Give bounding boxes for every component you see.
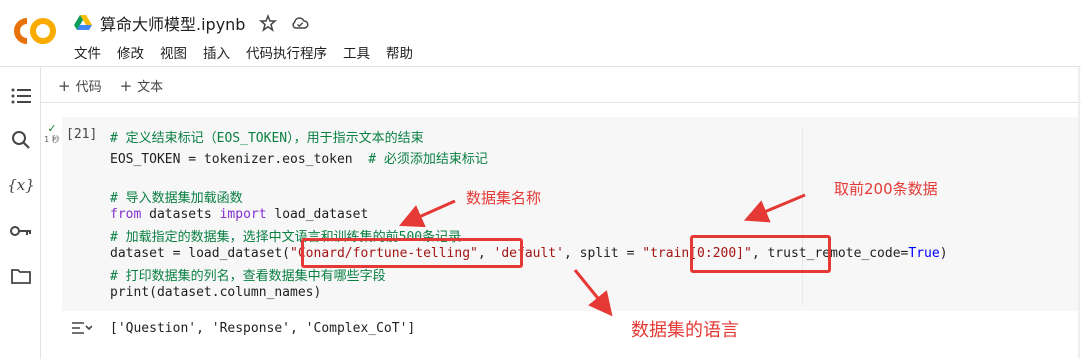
search-icon[interactable] xyxy=(10,129,32,151)
menu-bar: 文件 修改 视图 插入 代码执行程序 工具 帮助 xyxy=(74,42,429,62)
add-code-label: 代码 xyxy=(75,80,102,95)
keyword-from: from xyxy=(110,207,142,222)
keyword-import: import xyxy=(219,207,267,222)
code-token: ) xyxy=(939,246,948,261)
menu-edit[interactable]: 修改 xyxy=(117,42,144,62)
code-comment: # 必须添加结束标记 xyxy=(368,152,488,167)
colab-logo xyxy=(14,18,56,45)
annotation-first-200: 取前200条数据 xyxy=(834,180,938,198)
notebook-title[interactable]: 算命大师模型.ipynb xyxy=(100,11,245,35)
check-icon: ✓ xyxy=(47,122,57,135)
run-status[interactable]: ✓ 1 秒 xyxy=(43,122,61,145)
notebook-toolbar: + 代码 + 文本 xyxy=(58,76,181,96)
line-length-ruler xyxy=(802,126,803,306)
left-sidebar: {x} xyxy=(0,67,41,359)
code-token: EOS_TOKEN = tokenizer.eos_token xyxy=(110,152,369,167)
code-line-1: # 定义结束标记（EOS_TOKEN），用于指示文本的结束 xyxy=(110,131,424,146)
code-token: dataset = load_dataset( xyxy=(110,246,291,261)
code-token: load_dataset xyxy=(266,207,369,222)
highlight-split xyxy=(690,235,831,273)
keyword-true: True xyxy=(908,246,940,261)
menu-runtime[interactable]: 代码执行程序 xyxy=(246,42,327,62)
execution-count: [21] xyxy=(66,127,98,142)
folder-icon[interactable] xyxy=(10,265,32,287)
code-token: datasets xyxy=(141,207,220,222)
highlight-dataset-name xyxy=(301,238,523,268)
cloud-saved-icon[interactable] xyxy=(291,14,309,32)
add-text-label: 文本 xyxy=(137,80,164,95)
code-line-5: from datasets import load_dataset xyxy=(110,207,368,222)
plus-icon: + xyxy=(119,76,133,95)
variables-icon[interactable]: {x} xyxy=(7,174,35,196)
annotation-dataset-language: 数据集的语言 xyxy=(631,320,739,341)
output-actions-icon[interactable] xyxy=(70,320,92,336)
cell-output: ['Question', 'Response', 'Complex_CoT'] xyxy=(110,321,416,336)
header-divider xyxy=(0,66,1081,67)
menu-insert[interactable]: 插入 xyxy=(203,42,230,62)
code-line-2: EOS_TOKEN = tokenizer.eos_token # 必须添加结束… xyxy=(110,148,488,167)
annotation-dataset-name: 数据集名称 xyxy=(466,189,542,207)
code-token: , split = xyxy=(563,246,643,261)
menu-help[interactable]: 帮助 xyxy=(386,42,413,62)
star-icon[interactable] xyxy=(259,14,278,32)
menu-tools[interactable]: 工具 xyxy=(343,42,370,62)
title-row: 算命大师模型.ipynb xyxy=(74,11,309,35)
code-line-4: # 导入数据集加载函数 xyxy=(110,191,243,206)
scrollbar-track[interactable] xyxy=(1078,67,1080,359)
key-icon[interactable] xyxy=(10,220,32,242)
add-code-button[interactable]: + 代码 xyxy=(58,76,102,96)
run-time-label: 1 秒 xyxy=(44,135,60,144)
toolbar-divider xyxy=(41,102,1081,103)
add-text-button[interactable]: + 文本 xyxy=(119,76,164,96)
plus-icon: + xyxy=(58,76,71,95)
code-line-9: print(dataset.column_names) xyxy=(110,285,322,300)
google-drive-icon[interactable] xyxy=(74,15,92,31)
menu-file[interactable]: 文件 xyxy=(74,42,101,62)
menu-view[interactable]: 视图 xyxy=(160,42,187,62)
table-of-contents-icon[interactable] xyxy=(10,85,32,107)
